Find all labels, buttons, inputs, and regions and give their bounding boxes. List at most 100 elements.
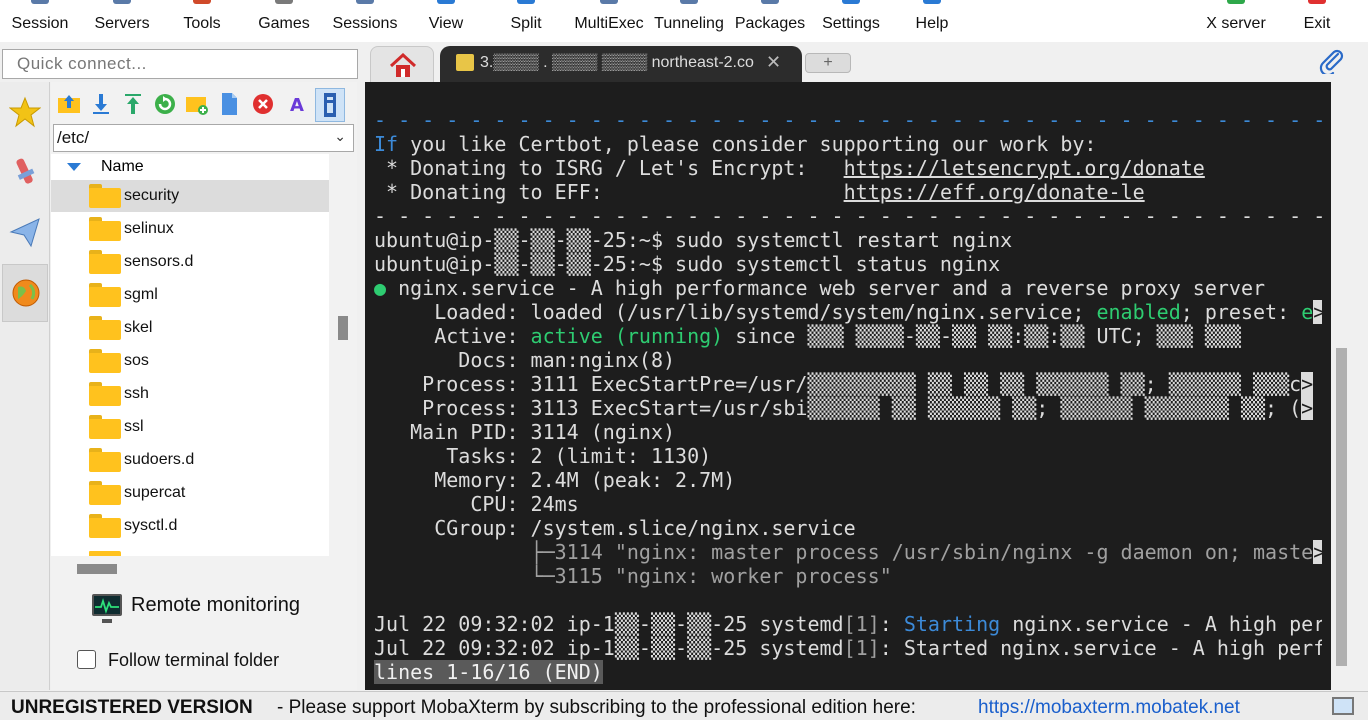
- quick-connect-input[interactable]: Quick connect...: [2, 49, 358, 79]
- parent-folder-icon[interactable]: [57, 92, 81, 116]
- toolbar-x-server[interactable]: X server: [1196, 0, 1276, 42]
- toolbar-servers[interactable]: Servers: [86, 0, 158, 42]
- rename-icon[interactable]: A: [285, 92, 309, 116]
- list-item[interactable]: selinux: [51, 213, 329, 245]
- toolbar-games[interactable]: Games: [248, 0, 320, 42]
- folder-icon: [89, 184, 121, 208]
- file-name: skel: [124, 319, 153, 336]
- tab-sftp[interactable]: [2, 264, 48, 322]
- mobaxterm-link[interactable]: https://mobaxterm.mobatek.net: [978, 697, 1240, 719]
- terminal-line: Process: 3113 ExecStart=/usr/sbi▒▒▒▒▒▒ ▒…: [374, 396, 1314, 420]
- letsencrypt-donate-link[interactable]: https://letsencrypt.org/donate: [844, 156, 1205, 180]
- checkbox[interactable]: [77, 650, 96, 669]
- tools-icon: [193, 0, 211, 4]
- terminal-output: - - - - - - - - - - - - - - - - - - - - …: [374, 108, 1322, 688]
- tab-macros[interactable]: [2, 204, 48, 262]
- help-icon: [923, 0, 941, 4]
- chevron-down-icon[interactable]: ⌄: [334, 128, 346, 145]
- scroll-thumb[interactable]: [77, 564, 117, 574]
- scroll-thumb[interactable]: [1336, 348, 1347, 666]
- folder-icon: [89, 382, 121, 406]
- toolbar-view[interactable]: View: [410, 0, 482, 42]
- mobaxterm-window: Session Servers Tools Games Sessions Vie…: [0, 0, 1368, 720]
- terminal-scrollbar[interactable]: [1331, 82, 1353, 690]
- terminal-line: * Donating to EFF: https://eff.org/donat…: [374, 180, 1145, 204]
- toolbar-settings[interactable]: Settings: [814, 0, 888, 42]
- x-server-icon: [1227, 0, 1245, 4]
- toolbar-exit[interactable]: Exit: [1290, 0, 1344, 42]
- toolbar-tunneling[interactable]: Tunneling: [650, 0, 728, 42]
- list-item[interactable]: security: [51, 180, 329, 212]
- terminal-line: Jul 22 09:32:02 ip-1▒▒-▒▒-▒▒-25 systemd[…: [374, 612, 1322, 636]
- list-item[interactable]: sensors.d: [51, 246, 329, 278]
- file-list: Name security selinux sensors.d sgml skel sos…: [51, 154, 329, 556]
- upload-icon[interactable]: [121, 92, 145, 116]
- list-item[interactable]: ssh: [51, 378, 329, 410]
- scroll-thumb[interactable]: [338, 316, 348, 340]
- file-name: sensors.d: [124, 253, 194, 270]
- terminal-line: Process: 3111 ExecStartPre=/usr/▒▒▒▒▒▒▒▒…: [374, 372, 1314, 396]
- terminal-line: Tasks: 2 (limit: 1130): [374, 444, 712, 468]
- toolbar-split[interactable]: Split: [490, 0, 562, 42]
- folder-icon: [89, 217, 121, 241]
- unregistered-label: UNREGISTERED VERSION: [11, 697, 253, 718]
- folder-icon: [89, 415, 121, 439]
- list-item[interactable]: sudoers.d: [51, 444, 329, 476]
- toolbar-help[interactable]: Help: [896, 0, 968, 42]
- toolbar-session[interactable]: Session: [4, 0, 76, 42]
- list-item[interactable]: skel: [51, 312, 329, 344]
- tab-tools[interactable]: [2, 144, 48, 202]
- toggle-hidden-files-button[interactable]: [315, 88, 345, 122]
- tab-favorites[interactable]: [2, 84, 48, 142]
- terminal-line: CPU: 24ms: [374, 492, 579, 516]
- follow-terminal-folder-checkbox[interactable]: Follow terminal folder: [77, 648, 347, 674]
- sftp-path-combobox[interactable]: /etc/ ⌄: [53, 124, 354, 152]
- file-list-vertical-scrollbar[interactable]: [329, 154, 357, 556]
- file-name: supercat: [124, 484, 186, 501]
- eff-donate-link[interactable]: https://eff.org/donate-le: [844, 180, 1145, 204]
- delete-icon[interactable]: [251, 92, 275, 116]
- new-folder-icon[interactable]: [185, 92, 209, 116]
- terminal-line: ├─3114 "nginx: master process /usr/sbin/…: [374, 540, 1322, 564]
- packages-icon: [761, 0, 779, 4]
- svg-text:A: A: [290, 95, 304, 116]
- terminal[interactable]: - - - - - - - - - - - - - - - - - - - - …: [365, 82, 1331, 690]
- support-message: - Please support MobaXterm by subscribin…: [277, 697, 916, 718]
- terminal-line: * Donating to ISRG / Let's Encrypt: http…: [374, 156, 1205, 180]
- paperclip-icon[interactable]: [1318, 48, 1344, 74]
- file-list-horizontal-scrollbar[interactable]: [51, 556, 357, 580]
- folder-icon: [89, 283, 121, 307]
- list-item[interactable]: sgml: [51, 279, 329, 311]
- exit-icon: [1308, 0, 1326, 4]
- list-item[interactable]: ssl: [51, 411, 329, 443]
- terminal-line: ubuntu@ip-▒▒-▒▒-▒▒-25:~$ sudo systemctl …: [374, 228, 1013, 252]
- terminal-line: CGroup: /system.slice/nginx.service: [374, 516, 856, 540]
- new-tab-button[interactable]: +: [805, 53, 851, 73]
- games-icon: [275, 0, 293, 4]
- toolbar-sessions[interactable]: Sessions: [326, 0, 404, 42]
- toolbar-packages[interactable]: Packages: [732, 0, 808, 42]
- home-tab[interactable]: [370, 46, 434, 82]
- hidden-files-icon: [324, 93, 336, 117]
- toolbar-tools[interactable]: Tools: [166, 0, 238, 42]
- remote-monitoring-button[interactable]: Remote monitoring: [89, 590, 349, 623]
- settings-icon: [842, 0, 860, 4]
- pager-status: lines 1-16/16 (END): [374, 660, 603, 684]
- sort-arrow-icon: [67, 163, 81, 171]
- ssh-session-tab[interactable]: 3.▒▒▒▒ . ▒▒▒▒ ▒▒▒▒ northeast-2.co ✕: [440, 46, 802, 82]
- list-item[interactable]: sos: [51, 345, 329, 377]
- terminal-line: ● nginx.service - A high performance web…: [374, 276, 1266, 300]
- list-item[interactable]: supercat: [51, 477, 329, 509]
- close-tab-icon[interactable]: ✕: [766, 52, 781, 73]
- star-icon: [9, 96, 41, 128]
- refresh-icon[interactable]: [153, 92, 177, 116]
- list-item[interactable]: [51, 543, 329, 556]
- new-file-icon[interactable]: [217, 92, 241, 116]
- toolbar-multiexec[interactable]: MultiExec: [570, 0, 648, 42]
- list-item[interactable]: sysctl.d: [51, 510, 329, 542]
- multiexec-icon: [600, 0, 618, 4]
- side-tabs: [0, 82, 50, 690]
- sessions-icon: [356, 0, 374, 4]
- name-column-header[interactable]: Name: [51, 154, 329, 180]
- download-icon[interactable]: [89, 92, 113, 116]
